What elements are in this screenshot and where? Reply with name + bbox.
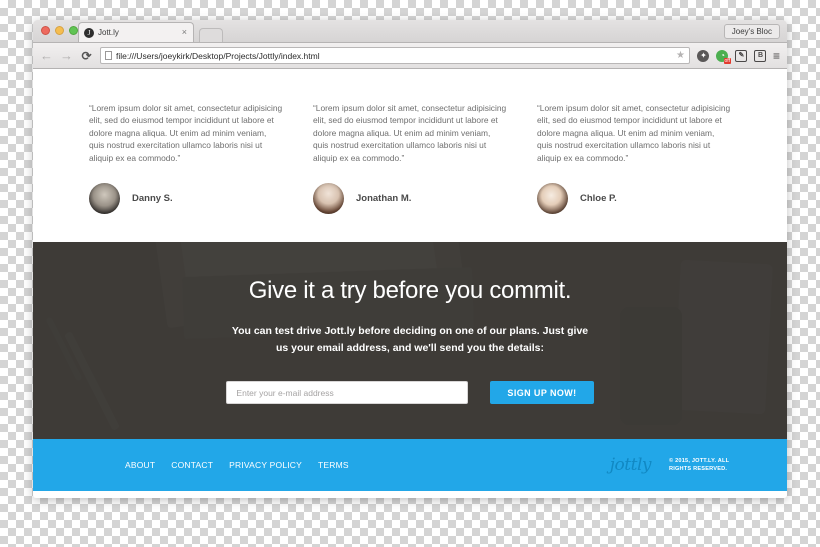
address-bar[interactable]: file:///Users/joeykirk/Desktop/Projects/…	[100, 47, 690, 64]
cta-subtitle: You can test drive Jott.ly before decidi…	[231, 325, 589, 355]
author-name: Danny S.	[132, 193, 173, 205]
adblock-icon[interactable]: ✦	[697, 49, 710, 62]
signup-button[interactable]: SIGN UP NOW!	[490, 381, 594, 405]
url-text: file:///Users/joeykirk/Desktop/Projects/…	[116, 50, 320, 61]
footer-link-privacy-policy[interactable]: PRIVACY POLICY	[229, 460, 302, 470]
author-name: Jonathan M.	[356, 193, 412, 205]
testimonial-item: “Lorem ipsum dolor sit amet, consectetur…	[89, 102, 283, 215]
back-button[interactable]: ←	[40, 49, 53, 62]
forward-button[interactable]: →	[60, 49, 73, 62]
testimonial-item: “Lorem ipsum dolor sit amet, consectetur…	[313, 102, 507, 215]
testimonial-quote: “Lorem ipsum dolor sit amet, consectetur…	[537, 103, 731, 163]
window-controls	[41, 26, 78, 35]
avatar-jonathan	[313, 183, 344, 215]
profile-button[interactable]: Joey's Bloc	[723, 24, 780, 39]
cta-section: Give it a try before you commit. You can…	[33, 242, 787, 440]
close-window-button[interactable]	[41, 26, 50, 35]
bookmark-star-icon[interactable]: ★	[676, 50, 685, 61]
edit-note-icon[interactable]: ✎	[735, 49, 748, 62]
footer-link-about[interactable]: ABOUT	[125, 460, 155, 470]
testimonial-item: “Lorem ipsum dolor sit amet, consectetur…	[537, 102, 731, 215]
testimonial-quote: “Lorem ipsum dolor sit amet, consectetur…	[89, 103, 283, 163]
maximize-window-button[interactable]	[69, 26, 78, 35]
copyright-text: © 2015, JOTT.LY. ALL RIGHTS RESERVED.	[669, 458, 730, 473]
testimonials-section: “Lorem ipsum dolor sit amet, consectetur…	[33, 69, 787, 243]
cta-title: Give it a try before you commit.	[248, 277, 572, 305]
footer-link-contact[interactable]: CONTACT	[171, 460, 213, 470]
extension-icons: ✦ ◔ off ✎ B ≡	[697, 49, 780, 64]
bitwarden-glyph: B	[754, 49, 767, 62]
jottly-favicon-icon: J	[84, 27, 94, 38]
privacy-badger-icon[interactable]: ◔ off	[716, 49, 731, 64]
page-viewport: “Lorem ipsum dolor sit amet, consectetur…	[33, 69, 787, 498]
footer-links: ABOUT CONTACT PRIVACY POLICY TERMS	[125, 460, 349, 470]
email-input[interactable]	[226, 381, 469, 405]
browser-titlebar: J Jott.ly × Joey's Bloc	[33, 20, 787, 43]
page-footer: ABOUT CONTACT PRIVACY POLICY TERMS jottl…	[33, 439, 787, 492]
page-document-icon	[105, 51, 112, 60]
browser-toolbar: ← → ⟳ file:///Users/joeykirk/Desktop/Pro…	[33, 43, 787, 69]
reload-button[interactable]: ⟳	[80, 50, 93, 62]
avatar-danny	[89, 183, 120, 215]
tab-title: Jott.ly	[98, 28, 119, 37]
edit-note-glyph: ✎	[735, 49, 748, 62]
minimize-window-button[interactable]	[55, 26, 64, 35]
avatar-chloe	[537, 183, 568, 215]
author-name: Chloe P.	[580, 193, 617, 205]
adblock-glyph: ✦	[697, 49, 710, 62]
testimonial-author: Chloe P.	[537, 183, 731, 215]
footer-brand: jottly © 2015, JOTT.LY. ALL RIGHTS RESER…	[610, 455, 731, 475]
new-tab-button[interactable]	[199, 28, 223, 42]
testimonial-quote: “Lorem ipsum dolor sit amet, consectetur…	[313, 103, 507, 163]
testimonial-author: Danny S.	[89, 183, 283, 215]
signup-form: SIGN UP NOW!	[226, 381, 594, 405]
footer-link-terms[interactable]: TERMS	[318, 460, 349, 470]
browser-menu-icon[interactable]: ≡	[773, 50, 780, 62]
testimonial-author: Jonathan M.	[313, 183, 507, 215]
jottly-logo: jottly	[609, 455, 652, 476]
browser-tab[interactable]: J Jott.ly ×	[78, 22, 194, 42]
browser-window: J Jott.ly × Joey's Bloc ← → ⟳ file:///Us…	[33, 20, 787, 498]
privacy-badger-badge: off	[723, 58, 731, 64]
close-tab-icon[interactable]: ×	[182, 28, 188, 37]
bitwarden-icon[interactable]: B	[754, 49, 767, 62]
